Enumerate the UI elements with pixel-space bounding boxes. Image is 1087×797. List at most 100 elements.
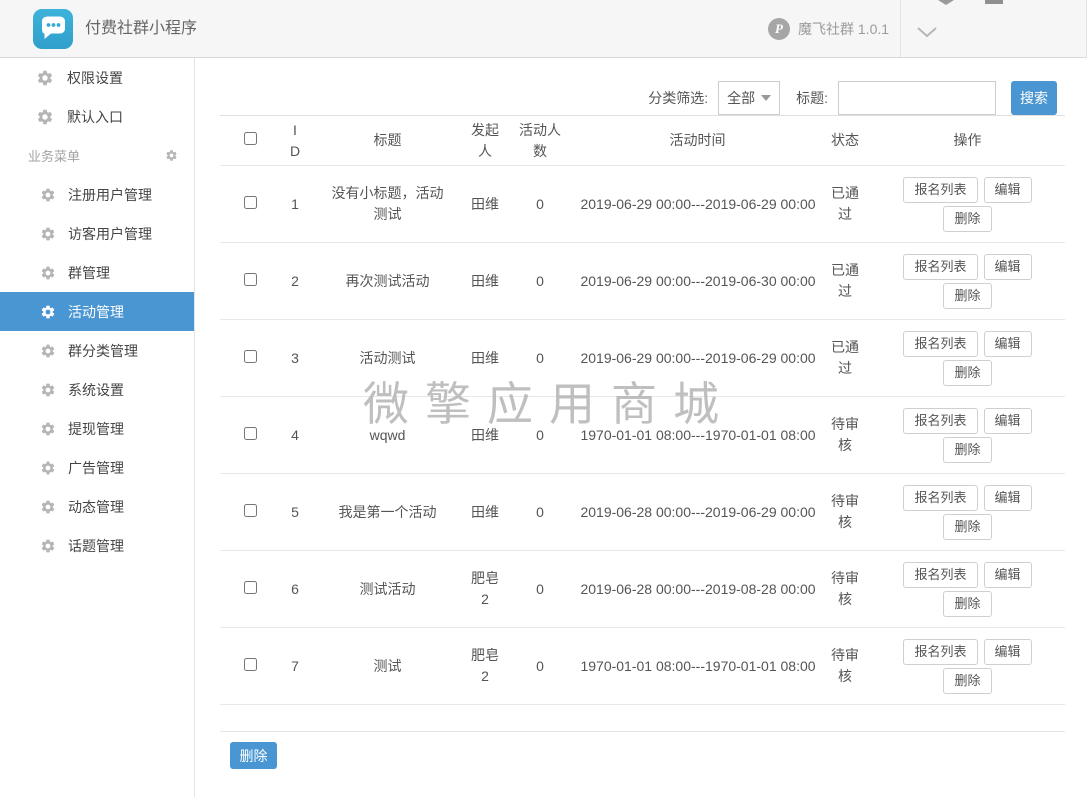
- cell-id: 2: [280, 243, 310, 320]
- cell-time: 1970-01-01 08:00---1970-01-01 08:00: [575, 425, 821, 446]
- row-checkbox[interactable]: [244, 504, 257, 517]
- edit-button[interactable]: 编辑: [984, 562, 1032, 588]
- sidebar-item-label: 系统设置: [68, 380, 124, 400]
- main-content: 分类筛选: 全部 标题: 搜索 I D 标题 发起 人 活动人 数 活动时间 状…: [196, 58, 1087, 797]
- version-logo-icon: P: [768, 18, 790, 40]
- sidebar-item[interactable]: 系统设置: [0, 370, 194, 409]
- cell-id: 7: [280, 628, 310, 705]
- title-search-input[interactable]: [838, 81, 996, 115]
- row-checkbox[interactable]: [244, 273, 257, 286]
- edit-button[interactable]: 编辑: [984, 485, 1032, 511]
- bulk-delete-button[interactable]: 删除: [230, 742, 277, 769]
- cell-title: 活动测试: [360, 348, 416, 369]
- edit-button[interactable]: 编辑: [984, 177, 1032, 203]
- header-id: I D: [280, 116, 310, 166]
- signup-list-button[interactable]: 报名列表: [903, 639, 977, 665]
- sidebar-item[interactable]: 注册用户管理: [0, 175, 194, 214]
- delete-row-button[interactable]: 删除: [943, 437, 991, 463]
- row-checkbox[interactable]: [244, 581, 257, 594]
- row-checkbox[interactable]: [244, 350, 257, 363]
- delete-row-button[interactable]: 删除: [943, 514, 991, 540]
- gear-icon: [40, 421, 56, 437]
- signup-list-button[interactable]: 报名列表: [903, 254, 977, 280]
- header-participants: 活动人 数: [505, 116, 575, 166]
- signup-list-button[interactable]: 报名列表: [903, 485, 977, 511]
- signup-list-button[interactable]: 报名列表: [903, 331, 977, 357]
- edit-button[interactable]: 编辑: [984, 331, 1032, 357]
- row-checkbox[interactable]: [244, 427, 257, 440]
- sidebar-item-label: 提现管理: [68, 419, 124, 439]
- sidebar-item[interactable]: 访客用户管理: [0, 214, 194, 253]
- sidebar-item[interactable]: 动态管理: [0, 487, 194, 526]
- header-actions: 操作: [870, 116, 1065, 166]
- sidebar-item[interactable]: 群管理: [0, 253, 194, 292]
- signup-list-button[interactable]: 报名列表: [903, 562, 977, 588]
- version-label: 魔飞社群 1.0.1: [798, 19, 889, 39]
- gear-icon: [40, 343, 56, 359]
- delete-row-button[interactable]: 删除: [943, 360, 991, 386]
- category-select-value: 全部: [727, 88, 755, 108]
- caret-down-icon: [761, 95, 771, 101]
- signup-list-button[interactable]: 报名列表: [903, 408, 977, 434]
- sidebar-item[interactable]: 话题管理: [0, 526, 194, 565]
- cell-participants: 0: [505, 628, 575, 705]
- sidebar-item-label: 话题管理: [68, 536, 124, 556]
- delete-row-button[interactable]: 删除: [943, 591, 991, 617]
- cell-title: 测试: [374, 656, 402, 677]
- section-settings-gear-icon[interactable]: [165, 149, 178, 162]
- gear-icon: [36, 69, 54, 87]
- gear-icon: [40, 187, 56, 203]
- sidebar-item-label: 群管理: [68, 263, 110, 283]
- header-divider: [900, 0, 901, 57]
- table-row: 2 再次测试活动 田维 0 2019-06-29 00:00---2019-06…: [220, 243, 1065, 320]
- search-button[interactable]: 搜索: [1011, 81, 1057, 115]
- cell-participants: 0: [505, 320, 575, 397]
- header-status: 状态: [820, 116, 870, 166]
- edit-button[interactable]: 编辑: [984, 408, 1032, 434]
- sidebar-item[interactable]: 默认入口: [0, 97, 194, 136]
- cell-title: wqwd: [370, 425, 406, 446]
- cell-initiator: 田维: [468, 502, 502, 523]
- edit-button[interactable]: 编辑: [984, 639, 1032, 665]
- cell-participants: 0: [505, 243, 575, 320]
- table-row: 4 wqwd 田维 0 1970-01-01 08:00---1970-01-0…: [220, 397, 1065, 474]
- row-checkbox[interactable]: [244, 196, 257, 209]
- cell-status: 待审核: [828, 645, 862, 687]
- table-row: 5 我是第一个活动 田维 0 2019-06-28 00:00---2019-0…: [220, 474, 1065, 551]
- select-all-checkbox[interactable]: [244, 132, 257, 145]
- footer-divider: [220, 731, 1065, 732]
- sidebar-item-label: 广告管理: [68, 458, 124, 478]
- sidebar-item[interactable]: 广告管理: [0, 448, 194, 487]
- filter-bar: 分类筛选: 全部 标题: 搜索: [648, 80, 1057, 116]
- sidebar-item-label: 活动管理: [68, 302, 124, 322]
- delete-row-button[interactable]: 删除: [943, 668, 991, 694]
- table-row: 7 测试 肥皂2 0 1970-01-01 08:00---1970-01-01…: [220, 628, 1065, 705]
- cell-status: 已通过: [828, 337, 862, 379]
- table-row: 6 测试活动 肥皂2 0 2019-06-28 00:00---2019-08-…: [220, 551, 1065, 628]
- sidebar-item-label: 权限设置: [67, 68, 123, 88]
- signup-list-button[interactable]: 报名列表: [903, 177, 977, 203]
- sidebar-item-label: 访客用户管理: [68, 224, 152, 244]
- sidebar-item-label: 默认入口: [67, 107, 123, 127]
- row-checkbox[interactable]: [244, 658, 257, 671]
- sidebar-section-header: 业务菜单: [0, 136, 194, 175]
- sidebar-item[interactable]: 活动管理: [0, 292, 194, 331]
- cropped-arrow-artifact: [938, 0, 954, 5]
- sidebar-item[interactable]: 权限设置: [0, 58, 194, 97]
- sidebar-item[interactable]: 群分类管理: [0, 331, 194, 370]
- cell-time: 2019-06-28 00:00---2019-08-28 00:00: [575, 579, 821, 600]
- app-title: 付费社群小程序: [85, 0, 197, 58]
- sidebar: 权限设置 默认入口 业务菜单 注册用户管理 访客用户管理 群管理 活动管理: [0, 58, 195, 797]
- sidebar-item[interactable]: 提现管理: [0, 409, 194, 448]
- header-title: 标题: [310, 116, 465, 166]
- cell-title: 没有小标题，活动测试: [327, 183, 449, 225]
- delete-row-button[interactable]: 删除: [943, 283, 991, 309]
- delete-row-button[interactable]: 删除: [943, 206, 991, 232]
- sidebar-item-label: 动态管理: [68, 497, 124, 517]
- category-select[interactable]: 全部: [718, 81, 780, 115]
- cell-participants: 0: [505, 397, 575, 474]
- cell-time: 2019-06-28 00:00---2019-06-29 00:00: [575, 502, 821, 523]
- edit-button[interactable]: 编辑: [984, 254, 1032, 280]
- cell-status: 已通过: [828, 260, 862, 302]
- chevron-down-icon[interactable]: [916, 25, 938, 43]
